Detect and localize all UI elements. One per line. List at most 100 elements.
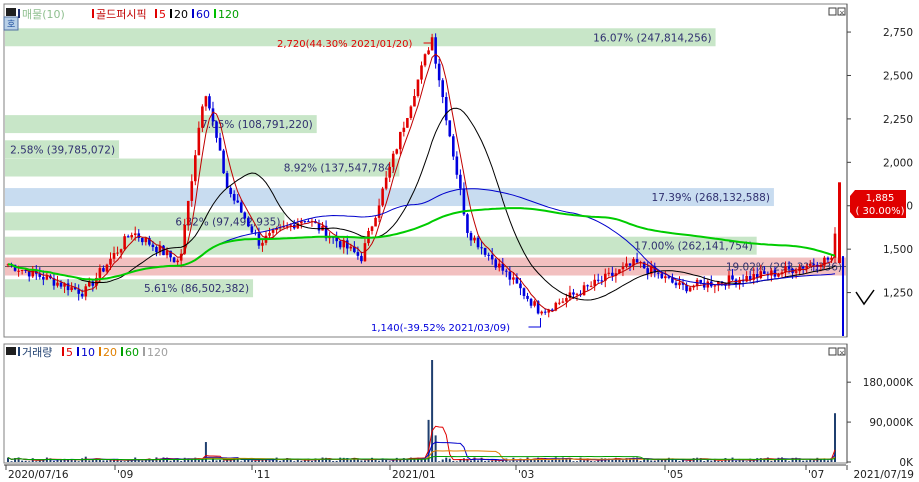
candle-body (20, 270, 24, 272)
candle-body (406, 118, 409, 128)
candle-body (186, 200, 190, 225)
volume-bar (469, 460, 472, 462)
date-tick-label: '03 (518, 469, 534, 481)
volume-menu-icon[interactable] (6, 347, 16, 355)
volume-bar (56, 460, 59, 462)
candle-body (444, 97, 448, 121)
volume-bar (279, 460, 282, 462)
volume-bar (812, 460, 815, 462)
svg-text:×: × (839, 9, 845, 17)
candle-body (586, 285, 589, 287)
candle-body (116, 252, 119, 254)
candle-body (565, 298, 568, 302)
svg-text:×: × (839, 349, 845, 357)
candle-body (194, 155, 197, 182)
candle-body (338, 241, 342, 248)
candle-body (66, 283, 70, 291)
volume-bar (515, 461, 518, 462)
candle-body (84, 286, 88, 297)
volume-bar (21, 460, 24, 462)
candle-body (808, 263, 812, 266)
candle-body (427, 50, 430, 55)
volume-profile-label: 17.00% (262,141,754) (634, 241, 752, 253)
candle-body (490, 254, 494, 260)
volume-bar (590, 460, 593, 462)
candle-body (437, 63, 441, 81)
volume-bar (717, 460, 720, 462)
volume-bar (742, 460, 745, 462)
candle-body (70, 287, 73, 291)
volume-bar (77, 461, 80, 462)
candle-body (660, 273, 664, 279)
candle-body (512, 277, 515, 280)
volume-bar (738, 460, 741, 462)
legend-marker (155, 9, 157, 18)
candle-body (607, 272, 611, 274)
candle-body (215, 121, 218, 138)
candle-body (377, 205, 381, 218)
panel-menu-icon[interactable] (6, 8, 16, 16)
volume-bar (335, 460, 338, 462)
volume-bar (328, 459, 331, 462)
candle-body (229, 187, 232, 194)
candle-body (420, 65, 423, 80)
candle-body (674, 282, 678, 286)
volume-bar (434, 435, 437, 462)
candle-body (98, 268, 102, 278)
candle-body (508, 271, 512, 280)
volume-bar (113, 460, 116, 462)
candle-body (770, 270, 773, 276)
volume-bar (572, 461, 575, 462)
maximize-icon[interactable] (828, 347, 837, 356)
volume-bar (208, 460, 211, 462)
legend-marker (99, 347, 101, 356)
candle-body (239, 202, 243, 213)
candle-body (151, 244, 155, 248)
volume-bar (653, 460, 656, 462)
candle-body (543, 311, 547, 313)
candle-body (727, 275, 731, 286)
low-annotation: 1,140(-39.52% 2021/03/09) (371, 323, 510, 334)
volume-bar (522, 460, 525, 462)
candle-body (833, 233, 837, 258)
toggle-icon-glyph: 호 (7, 19, 15, 30)
candle-body (515, 277, 519, 284)
volume-bar (735, 460, 738, 462)
volume-bar (674, 459, 677, 462)
candle-body (236, 200, 240, 203)
candle-body (42, 276, 45, 280)
candle-body (172, 257, 176, 263)
candle-body (713, 285, 717, 287)
candle-body (416, 79, 420, 97)
candle-body (842, 256, 844, 336)
legend-item: 120 (147, 346, 168, 359)
candle-body (812, 263, 816, 265)
candle-body (165, 250, 169, 256)
candle-body (423, 54, 427, 66)
legend-item: 20 (103, 346, 117, 359)
legend-marker (77, 347, 79, 356)
candle-body (487, 254, 490, 256)
volume-bar (342, 457, 345, 462)
volume-bar (349, 459, 352, 462)
volume-profile-label: 17.39% (268,132,588) (652, 192, 770, 204)
candle-body (243, 212, 247, 219)
candle-body (572, 292, 575, 295)
candle-body (17, 270, 20, 272)
candle-body (102, 268, 105, 272)
candle-body (303, 221, 307, 223)
volume-bar (74, 460, 77, 462)
candle-body (575, 293, 579, 295)
legend-marker (192, 9, 194, 18)
candle-body (759, 271, 763, 279)
candle-body (838, 182, 841, 264)
maximize-icon[interactable] (828, 7, 837, 16)
candle-body (211, 108, 215, 122)
volume-tick-label: 0K (899, 457, 914, 469)
candle-body (388, 166, 391, 178)
candle-body (494, 259, 498, 268)
volume-profile-label: 16.07% (247,814,256) (593, 32, 711, 44)
current-price-tag: 1,885 ( 30.00%) (850, 190, 906, 218)
volume-bar (745, 461, 748, 462)
volume-bar (484, 461, 487, 462)
